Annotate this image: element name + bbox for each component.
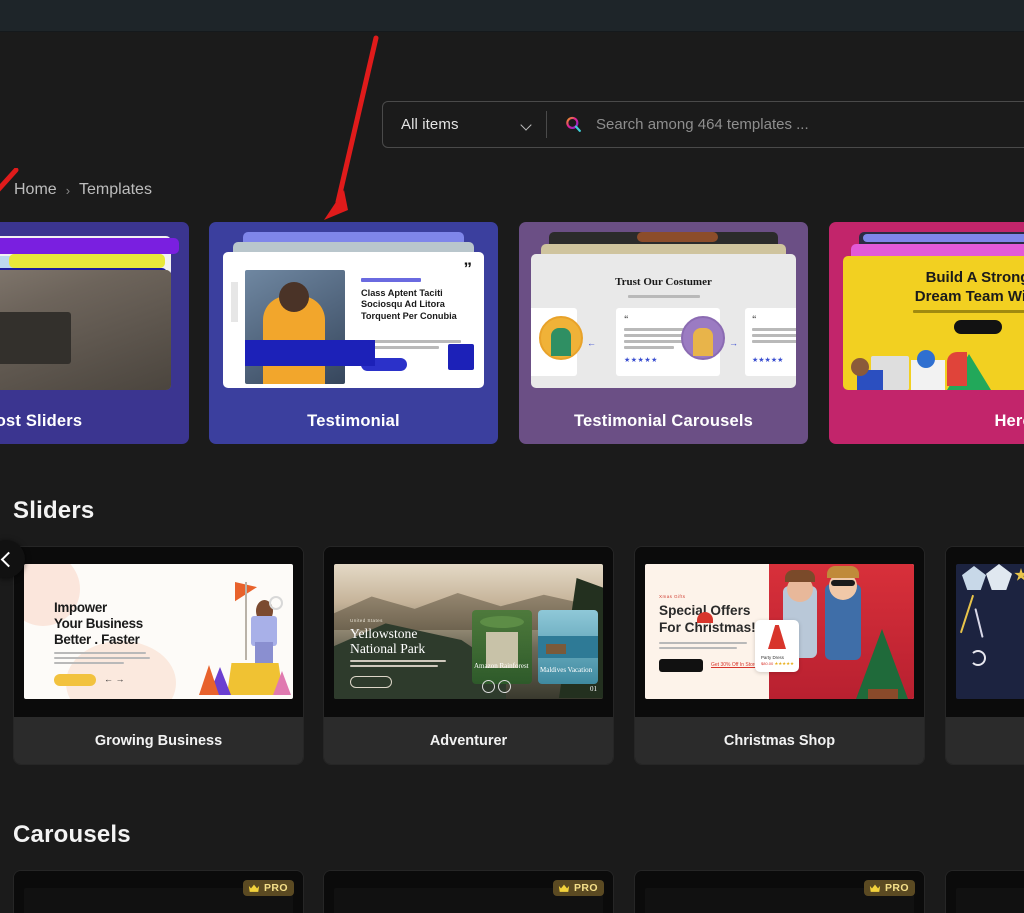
- item-type-filter[interactable]: All items: [383, 102, 546, 147]
- category-thumbnail: Trust Our Costumer “ ★★★★★: [519, 222, 808, 398]
- stacked-preview: Class Aptent Taciti Sociosqu Ad Litora T…: [209, 222, 498, 398]
- category-card-title: ost Sliders: [0, 398, 189, 444]
- wp-admin-bar: [0, 0, 1024, 32]
- preview-line-2: National Park: [350, 641, 425, 656]
- preview-heading: Class Aptent Taciti Sociosqu Ad Litora T…: [361, 288, 457, 321]
- category-carousel: ost Sliders Class Aptent Taciti Sociosqu…: [0, 222, 1024, 444]
- category-card-hero-sections[interactable]: Build A Strong Dream Team With: [829, 222, 1024, 444]
- category-thumbnail: [0, 222, 189, 398]
- preview-link: Get 30% Off In Store: [711, 662, 757, 668]
- pro-badge: PRO: [243, 880, 294, 896]
- preview-counter: 01: [590, 685, 597, 693]
- search-icon: [564, 115, 584, 135]
- template-card-adventurer[interactable]: United States Yellowstone National Park …: [323, 546, 614, 765]
- template-card-carousel-1[interactable]: PRO: [13, 870, 304, 913]
- template-preview: Impower Your Business Better . Faster ← …: [14, 547, 303, 717]
- category-card-title: Testimonial Carousels: [519, 398, 808, 444]
- chevron-down-icon: [522, 120, 532, 130]
- quote-icon: ”: [464, 264, 473, 274]
- template-preview: PRO: [635, 871, 924, 913]
- preview-heading-line1: Build A Strong: [926, 269, 1024, 286]
- template-preview: Xmas Gifts Special Offers For Christmas!…: [635, 547, 924, 717]
- category-thumbnail: Class Aptent Taciti Sociosqu Ad Litora T…: [209, 222, 498, 398]
- stacked-preview: Build A Strong Dream Team With: [829, 222, 1024, 398]
- category-card-testimonial[interactable]: Class Aptent Taciti Sociosqu Ad Litora T…: [209, 222, 498, 444]
- breadcrumb-separator-icon: ›: [66, 183, 70, 198]
- template-card-carousel-3[interactable]: PRO: [634, 870, 925, 913]
- crown-icon: [558, 883, 570, 893]
- templates-page: All items Home › Templates: [0, 0, 1024, 913]
- stacked-preview: [0, 222, 189, 398]
- template-card-label: Adventurer: [324, 717, 613, 765]
- breadcrumb: Home › Templates: [14, 181, 152, 199]
- preview-line-2: Your Business: [54, 616, 143, 631]
- preview-eyebrow: United States: [350, 618, 383, 623]
- preview-line-1: Yellowstone: [350, 626, 417, 641]
- template-card-merry-christmas[interactable]: MERRY Christmas: [945, 546, 1024, 765]
- template-preview: [946, 871, 1024, 913]
- template-card-carousel-2[interactable]: PRO: [323, 870, 614, 913]
- category-card-title: Testimonial: [209, 398, 498, 444]
- stacked-preview: Trust Our Costumer “ ★★★★★: [519, 222, 808, 398]
- search-input[interactable]: [596, 116, 1024, 133]
- template-card-label: [946, 717, 1024, 765]
- preview-card1-label: Amazon Rainforest: [474, 662, 529, 670]
- category-card-post-sliders[interactable]: ost Sliders: [0, 222, 189, 444]
- preview-line-1: Impower: [54, 600, 107, 615]
- preview-product-price: $80.00: [761, 661, 773, 666]
- template-card-christmas-shop[interactable]: Xmas Gifts Special Offers For Christmas!…: [634, 546, 925, 765]
- crown-icon: [869, 883, 881, 893]
- preview-card2-label: Maldives Vacation: [540, 666, 592, 674]
- template-preview: PRO: [14, 871, 303, 913]
- breadcrumb-templates: Templates: [79, 181, 152, 199]
- section-heading-sliders: Sliders: [13, 497, 94, 525]
- template-preview: United States Yellowstone National Park …: [324, 547, 613, 717]
- pro-badge-label: PRO: [264, 882, 288, 894]
- category-thumbnail: Build A Strong Dream Team With: [829, 222, 1024, 398]
- pro-badge-label: PRO: [885, 882, 909, 894]
- quote-icon: “: [624, 314, 629, 324]
- category-card-testimonial-carousels[interactable]: Trust Our Costumer “ ★★★★★: [519, 222, 808, 444]
- template-search-bar: All items: [382, 101, 1024, 148]
- section-heading-carousels: Carousels: [13, 821, 131, 849]
- pro-badge: PRO: [553, 880, 604, 896]
- template-card-label: Christmas Shop: [635, 717, 924, 765]
- template-card-carousel-4[interactable]: [945, 870, 1024, 913]
- pro-badge: PRO: [864, 880, 915, 896]
- template-preview: PRO: [324, 871, 613, 913]
- category-card-title: Hero Sections: [829, 398, 1024, 444]
- preview-heading-line2: Dream Team With: [915, 288, 1024, 305]
- search-area: [547, 102, 1024, 147]
- template-card-growing-business[interactable]: Impower Your Business Better . Faster ← …: [13, 546, 304, 765]
- breadcrumb-home[interactable]: Home: [14, 181, 57, 199]
- template-card-label: Growing Business: [14, 717, 303, 765]
- crown-icon: [248, 883, 260, 893]
- preview-eyebrow: Xmas Gifts: [659, 594, 685, 599]
- preview-heading: Trust Our Costumer: [531, 276, 796, 288]
- preview-product-name: Party Dress: [761, 655, 784, 660]
- template-preview: MERRY Christmas: [946, 547, 1024, 717]
- pro-badge-label: PRO: [574, 882, 598, 894]
- preview-line-3: Better . Faster: [54, 632, 140, 647]
- item-type-filter-label: All items: [401, 116, 459, 133]
